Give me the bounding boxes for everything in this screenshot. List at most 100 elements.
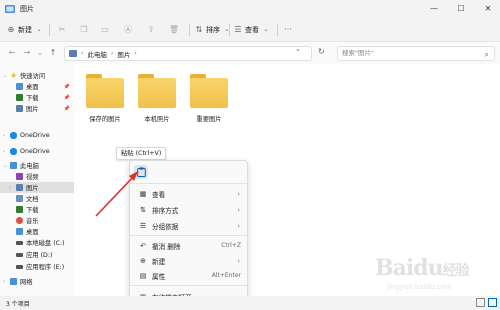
sidebar-label: 图片 (26, 185, 39, 192)
sidebar-item-downloads-pc[interactable]: 下载 (0, 204, 74, 215)
sidebar-item-desktop-pc[interactable]: 桌面 (0, 226, 74, 237)
folder-camera-roll[interactable]: 本机照片 (134, 74, 180, 130)
chevron-down-icon[interactable]: ⌄ (34, 47, 46, 59)
sidebar-item-pictures-quick[interactable]: 图片 📌 (0, 103, 74, 114)
close-button[interactable]: ✕ (478, 2, 498, 16)
cloud-icon (10, 148, 17, 155)
menu-label: 新建 (152, 257, 166, 266)
pin-icon: 📌 (63, 105, 70, 112)
tiles-view-icon[interactable] (488, 298, 497, 307)
chevron-right-icon: › (3, 278, 5, 285)
sidebar-item-drive-d[interactable]: 应用 (D:) (0, 249, 74, 260)
sidebar-item-downloads[interactable]: 下载 📌 (0, 92, 74, 103)
paste-button[interactable]: ▭ (100, 23, 110, 37)
sort-button[interactable]: ⇅ 排序 ⌄ (194, 23, 232, 37)
divider (189, 24, 190, 36)
sort-icon: ⇅ (195, 25, 203, 34)
folder-saved-pictures[interactable]: 保存的图片 (82, 74, 128, 130)
copy-button[interactable]: ❐ (79, 23, 89, 37)
search-input[interactable]: 搜索"图片" ⌕ (337, 46, 495, 61)
watermark-logo-icon: Baidu经验 jingyan.baidu.com (375, 255, 470, 291)
sidebar-item-drive-c[interactable]: 本地磁盘 (C:) (0, 237, 74, 248)
undo-icon: ↶ (140, 241, 146, 250)
pin-icon: 📌 (63, 94, 70, 101)
address-dropdown-icon[interactable]: ⌄ (295, 45, 301, 53)
breadcrumb-pictures[interactable]: 图片 (117, 49, 130, 59)
sidebar-item-videos[interactable]: 视频 (0, 171, 74, 182)
document-icon (16, 195, 23, 202)
plus-circle-icon: ⊕ (140, 256, 146, 265)
sidebar-label: 此电脑 (20, 163, 39, 170)
menu-label: 查看 (152, 190, 166, 199)
up-arrow-icon[interactable]: ↑ (47, 47, 59, 59)
menu-item-undo-delete[interactable]: ↶ 撤消 删除 Ctrl+Z (130, 239, 247, 252)
sidebar-label: 应用 (D:) (26, 252, 53, 259)
menu-item-properties[interactable]: ▤ 属性 Alt+Enter (130, 269, 247, 282)
chevron-down-icon: ⌄ (224, 26, 230, 33)
chevron-right-icon: › (134, 50, 137, 57)
paste-tooltip: 粘贴 (Ctrl+V) (116, 147, 167, 160)
title-bar: 图片 — ☐ ✕ (0, 0, 500, 18)
download-icon (16, 206, 23, 213)
menu-item-group-by[interactable]: ☰ 分组依据 › (130, 219, 247, 232)
breadcrumb-this-pc[interactable]: 此电脑 (87, 49, 107, 59)
sidebar-item-music[interactable]: 音乐 (0, 215, 74, 226)
more-options-button[interactable]: ··· (283, 23, 293, 37)
sidebar-item-pictures[interactable]: › 图片 (0, 182, 74, 193)
forward-arrow-icon[interactable]: → (21, 47, 33, 59)
menu-item-new[interactable]: ⊕ 新建 › (130, 254, 247, 267)
annotation-arrow-icon (95, 171, 138, 217)
trash-icon: 🗑 (168, 25, 180, 34)
sidebar-item-this-pc[interactable]: ⌄ 此电脑 (0, 160, 74, 171)
sidebar-label: 桌面 (26, 229, 39, 236)
sidebar-label: 本地磁盘 (C:) (26, 240, 65, 247)
menu-item-view[interactable]: ▦ 查看 › (130, 187, 247, 200)
view-button[interactable]: ☰ 查看 ⌄ (233, 23, 271, 37)
minimize-button[interactable]: — (424, 2, 444, 16)
chevron-right-icon: › (9, 184, 11, 191)
group-icon: ☰ (139, 221, 147, 230)
divider (277, 24, 278, 36)
delete-button[interactable]: 🗑 (169, 23, 179, 37)
new-button[interactable]: ⊕ 新建 ⌄ (6, 23, 44, 37)
music-icon (16, 217, 23, 224)
sidebar-item-desktop[interactable]: 桌面 📌 (0, 81, 74, 92)
menu-item-sort-by[interactable]: ⇅ 排序方式 › (130, 203, 247, 216)
new-label: 新建 (18, 26, 32, 34)
properties-icon: ▤ (139, 271, 147, 280)
ellipsis-icon: ··· (284, 25, 292, 34)
chevron-right-icon: › (81, 50, 84, 57)
chevron-right-icon: › (110, 50, 114, 57)
sidebar-item-onedrive[interactable]: › OneDrive (0, 130, 74, 141)
sort-label: 排序 (206, 26, 220, 34)
chevron-down-icon: ⌄ (263, 26, 269, 33)
folder-label: 本机照片 (144, 116, 170, 123)
refresh-icon[interactable]: ↻ (318, 47, 325, 56)
menu-label: 分组依据 (152, 222, 179, 231)
details-view-icon[interactable] (476, 298, 485, 307)
address-bar[interactable]: › 此电脑 › 图片 › (64, 46, 312, 61)
share-button[interactable]: ⇪ (146, 23, 156, 37)
back-arrow-icon[interactable]: ← (6, 47, 18, 59)
paste-icon: ▭ (101, 25, 109, 34)
context-menu: ▦ 查看 › ⇅ 排序方式 › ☰ 分组依据 › ↶ 撤消 删除 Ctrl+Z … (129, 160, 248, 308)
command-bar: ⊕ 新建 ⌄ ✂ ❐ ▭ Ⓐ ⇪ 🗑 ⇅ 排序 ⌄ ☰ 查看 ⌄ ··· (0, 18, 500, 42)
scissors-icon: ✂ (58, 25, 66, 34)
sidebar-label: 应用程序 (E:) (26, 264, 65, 271)
cut-button[interactable]: ✂ (57, 23, 67, 37)
maximize-button[interactable]: ☐ (451, 2, 471, 16)
menu-label: 属性 (152, 272, 166, 281)
sidebar-item-quick-access[interactable]: ⌄ ★ 快速访问 (0, 70, 74, 81)
drive-icon (16, 264, 23, 269)
item-count: 3 个项目 (6, 301, 30, 308)
rename-button[interactable]: Ⓐ (123, 23, 133, 37)
search-placeholder: 搜索"图片" (342, 49, 374, 57)
sidebar-label: 文档 (26, 196, 39, 203)
sidebar-item-network[interactable]: › 网络 (0, 276, 74, 287)
folder-important-pictures[interactable]: 重要图片 (186, 74, 232, 130)
sidebar-item-onedrive-2[interactable]: › OneDrive (0, 146, 74, 157)
folder-label: 保存的图片 (89, 116, 121, 123)
pictures-folder-icon (5, 5, 15, 13)
sidebar-item-documents[interactable]: 文档 (0, 193, 74, 204)
sidebar-item-drive-e[interactable]: 应用程序 (E:) (0, 261, 74, 272)
